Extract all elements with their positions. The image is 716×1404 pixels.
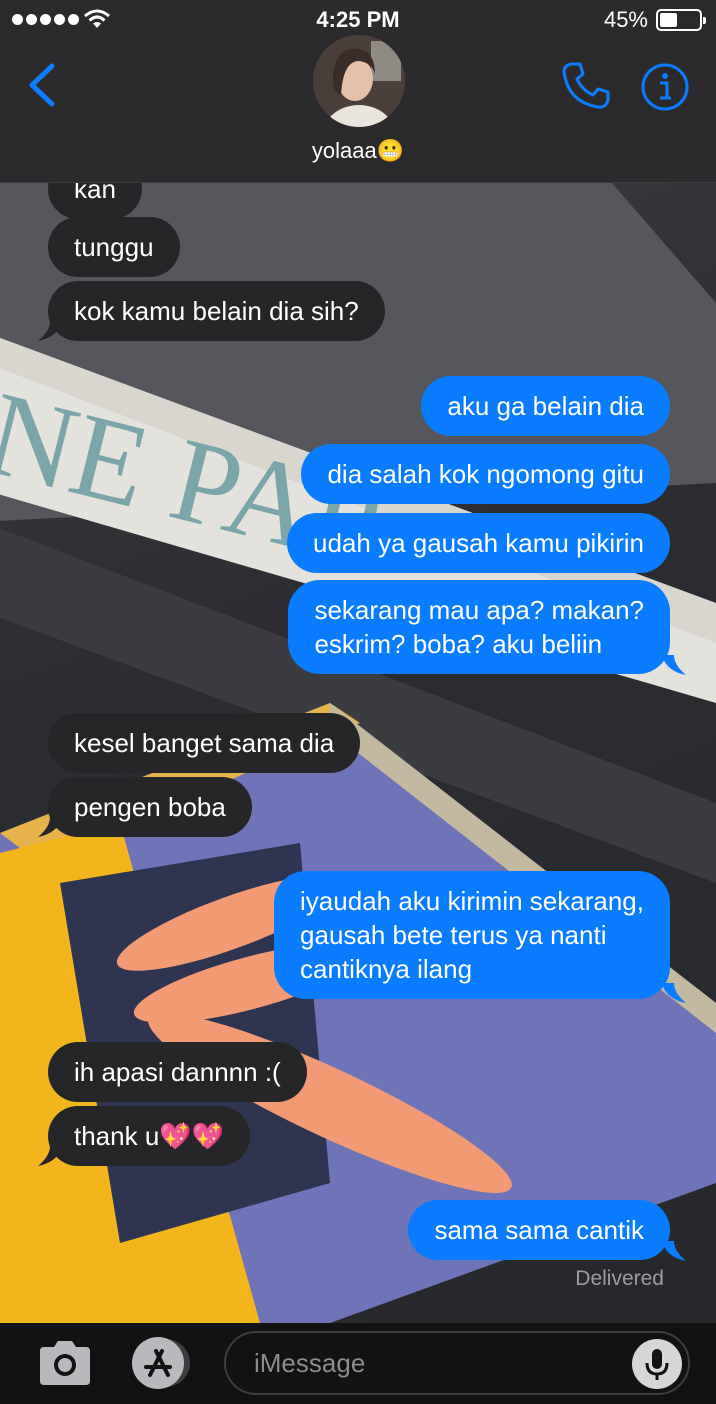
app-store-icon	[132, 1337, 190, 1389]
avatar-photo	[313, 35, 405, 127]
outgoing-message[interactable]: iyaudah aku kirimin sekarang, gausah bet…	[274, 871, 670, 999]
bubble-tail	[662, 655, 686, 675]
contact-name[interactable]: yolaaa😬	[0, 138, 716, 164]
incoming-message[interactable]: ih apasi dannnn :(	[48, 1042, 307, 1102]
info-button[interactable]	[640, 62, 690, 112]
incoming-message[interactable]: pengen boba	[48, 777, 252, 837]
incoming-message[interactable]: tunggu	[48, 217, 180, 277]
bubble-tail	[662, 1241, 686, 1261]
microphone-icon	[645, 1349, 669, 1380]
message-input-bar	[0, 1323, 716, 1404]
battery-percentage: 45%	[603, 7, 648, 32]
incoming-message[interactable]: kesel banget sama dia	[48, 713, 361, 773]
outgoing-message[interactable]: sekarang mau apa? makan? eskrim? boba? a…	[288, 580, 670, 674]
bubble-tail	[662, 983, 686, 1003]
app-store-button[interactable]	[128, 1335, 194, 1391]
outgoing-message[interactable]: dia salah kok ngomong gitu	[301, 444, 670, 504]
camera-icon	[40, 1341, 90, 1385]
chevron-left-icon	[29, 63, 55, 107]
bubble-tail	[38, 1146, 62, 1166]
incoming-message[interactable]: thank u💖💖	[48, 1106, 251, 1166]
microphone-button[interactable]	[632, 1339, 682, 1389]
imessage-input[interactable]	[224, 1331, 690, 1395]
outgoing-message[interactable]: aku ga belain dia	[421, 376, 670, 436]
delivery-status: Delivered	[575, 1267, 664, 1290]
bubble-tail	[38, 321, 62, 341]
incoming-message[interactable]: kan	[48, 183, 142, 219]
battery-icon	[656, 9, 706, 31]
outgoing-message[interactable]: sama sama cantik	[408, 1200, 670, 1260]
message-thread[interactable]: kan tunggu kok kamu belain dia sih? aku …	[0, 183, 716, 1323]
bubble-tail	[38, 817, 62, 837]
incoming-message[interactable]: kok kamu belain dia sih?	[48, 281, 385, 341]
conversation-header: 4:25 PM 45% yolaaa😬	[0, 0, 716, 183]
outgoing-message[interactable]: udah ya gausah kamu pikirin	[287, 513, 670, 573]
back-button[interactable]	[22, 62, 62, 108]
phone-icon	[562, 62, 610, 109]
contact-avatar[interactable]	[313, 35, 405, 127]
info-icon	[641, 63, 689, 111]
call-button[interactable]	[560, 60, 612, 112]
camera-button[interactable]	[36, 1337, 94, 1389]
status-bar: 4:25 PM 45%	[0, 0, 716, 40]
